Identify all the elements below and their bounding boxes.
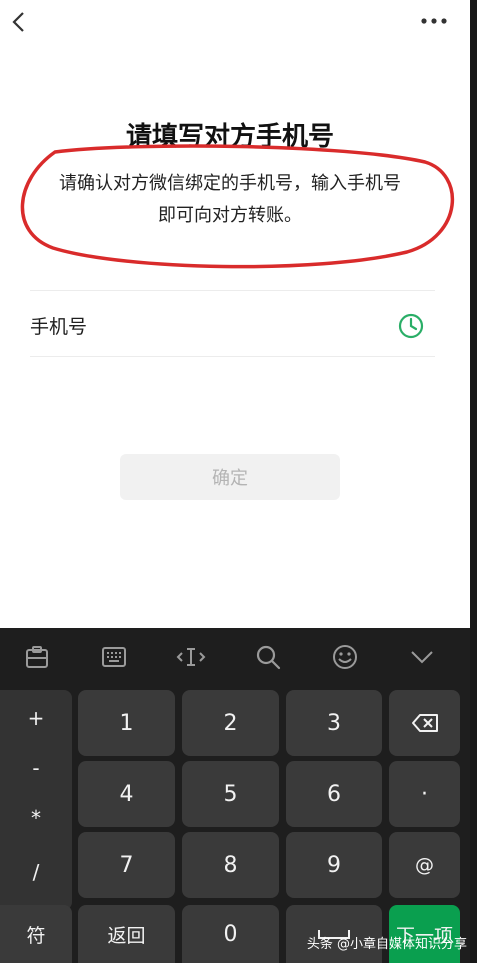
more-dots-icon xyxy=(421,18,447,24)
key-3[interactable]: 3 xyxy=(286,690,382,756)
key-1[interactable]: 1 xyxy=(78,690,175,756)
divider-top xyxy=(30,290,435,291)
key-4[interactable]: 4 xyxy=(78,761,175,827)
screen-edge xyxy=(470,0,477,963)
watermark: 头条 @小章自媒体知识分享 xyxy=(306,937,467,952)
key-8[interactable]: 8 xyxy=(182,832,279,898)
minus-key[interactable]: - xyxy=(0,748,72,788)
plus-key[interactable]: + xyxy=(0,698,72,738)
divide-key[interactable]: / xyxy=(0,852,72,892)
transfer-phone-screen: 请填写对方手机号 请确认对方微信绑定的手机号，输入手机号 即可向对方转账。 手机… xyxy=(0,0,470,628)
search-icon xyxy=(256,645,281,670)
key-2[interactable]: 2 xyxy=(182,690,279,756)
chevron-down-icon xyxy=(411,651,433,664)
history-button[interactable] xyxy=(397,312,425,340)
symbol-key[interactable]: 符 xyxy=(0,905,72,963)
multiply-key[interactable]: * xyxy=(0,798,72,838)
key-7[interactable]: 7 xyxy=(78,832,175,898)
chevron-left-icon xyxy=(12,12,24,32)
clipboard-tool[interactable] xyxy=(22,642,52,672)
return-key[interactable]: 返回 xyxy=(78,905,175,963)
clock-icon xyxy=(398,313,424,339)
operator-column: + - * / xyxy=(0,690,72,910)
key-5[interactable]: 5 xyxy=(182,761,279,827)
clipboard-icon xyxy=(26,646,48,668)
search-tool[interactable] xyxy=(253,642,283,672)
instruction-line-2: 即可向对方转账。 xyxy=(158,205,302,226)
more-button[interactable] xyxy=(418,12,450,30)
dot-key[interactable]: · xyxy=(389,761,460,827)
emoji-tool[interactable] xyxy=(330,642,360,672)
key-9[interactable]: 9 xyxy=(286,832,382,898)
backspace-key[interactable] xyxy=(389,690,460,756)
backspace-icon xyxy=(411,714,438,732)
keyboard-icon xyxy=(102,647,126,667)
numeric-keyboard: + - * / 1 2 3 4 5 6 · 7 8 9 @ 符 返回 0 下一项 xyxy=(0,628,470,963)
phone-input[interactable] xyxy=(110,304,384,346)
phone-label: 手机号 xyxy=(30,316,88,338)
collapse-keyboard-tool[interactable] xyxy=(407,642,437,672)
emoji-icon xyxy=(333,645,357,669)
divider-bottom xyxy=(30,356,435,357)
key-0[interactable]: 0 xyxy=(182,905,279,963)
cursor-tool[interactable] xyxy=(176,642,206,672)
back-button[interactable] xyxy=(6,8,30,36)
at-key[interactable]: @ xyxy=(389,832,460,898)
instruction-text: 请确认对方微信绑定的手机号，输入手机号 即可向对方转账。 xyxy=(30,168,430,232)
cursor-icon xyxy=(176,648,206,666)
keyboard-tool[interactable] xyxy=(99,642,129,672)
instruction-line-1: 请确认对方微信绑定的手机号，输入手机号 xyxy=(59,173,401,194)
confirm-button[interactable]: 确定 xyxy=(120,454,340,500)
keyboard-toolbar xyxy=(0,628,470,686)
key-6[interactable]: 6 xyxy=(286,761,382,827)
